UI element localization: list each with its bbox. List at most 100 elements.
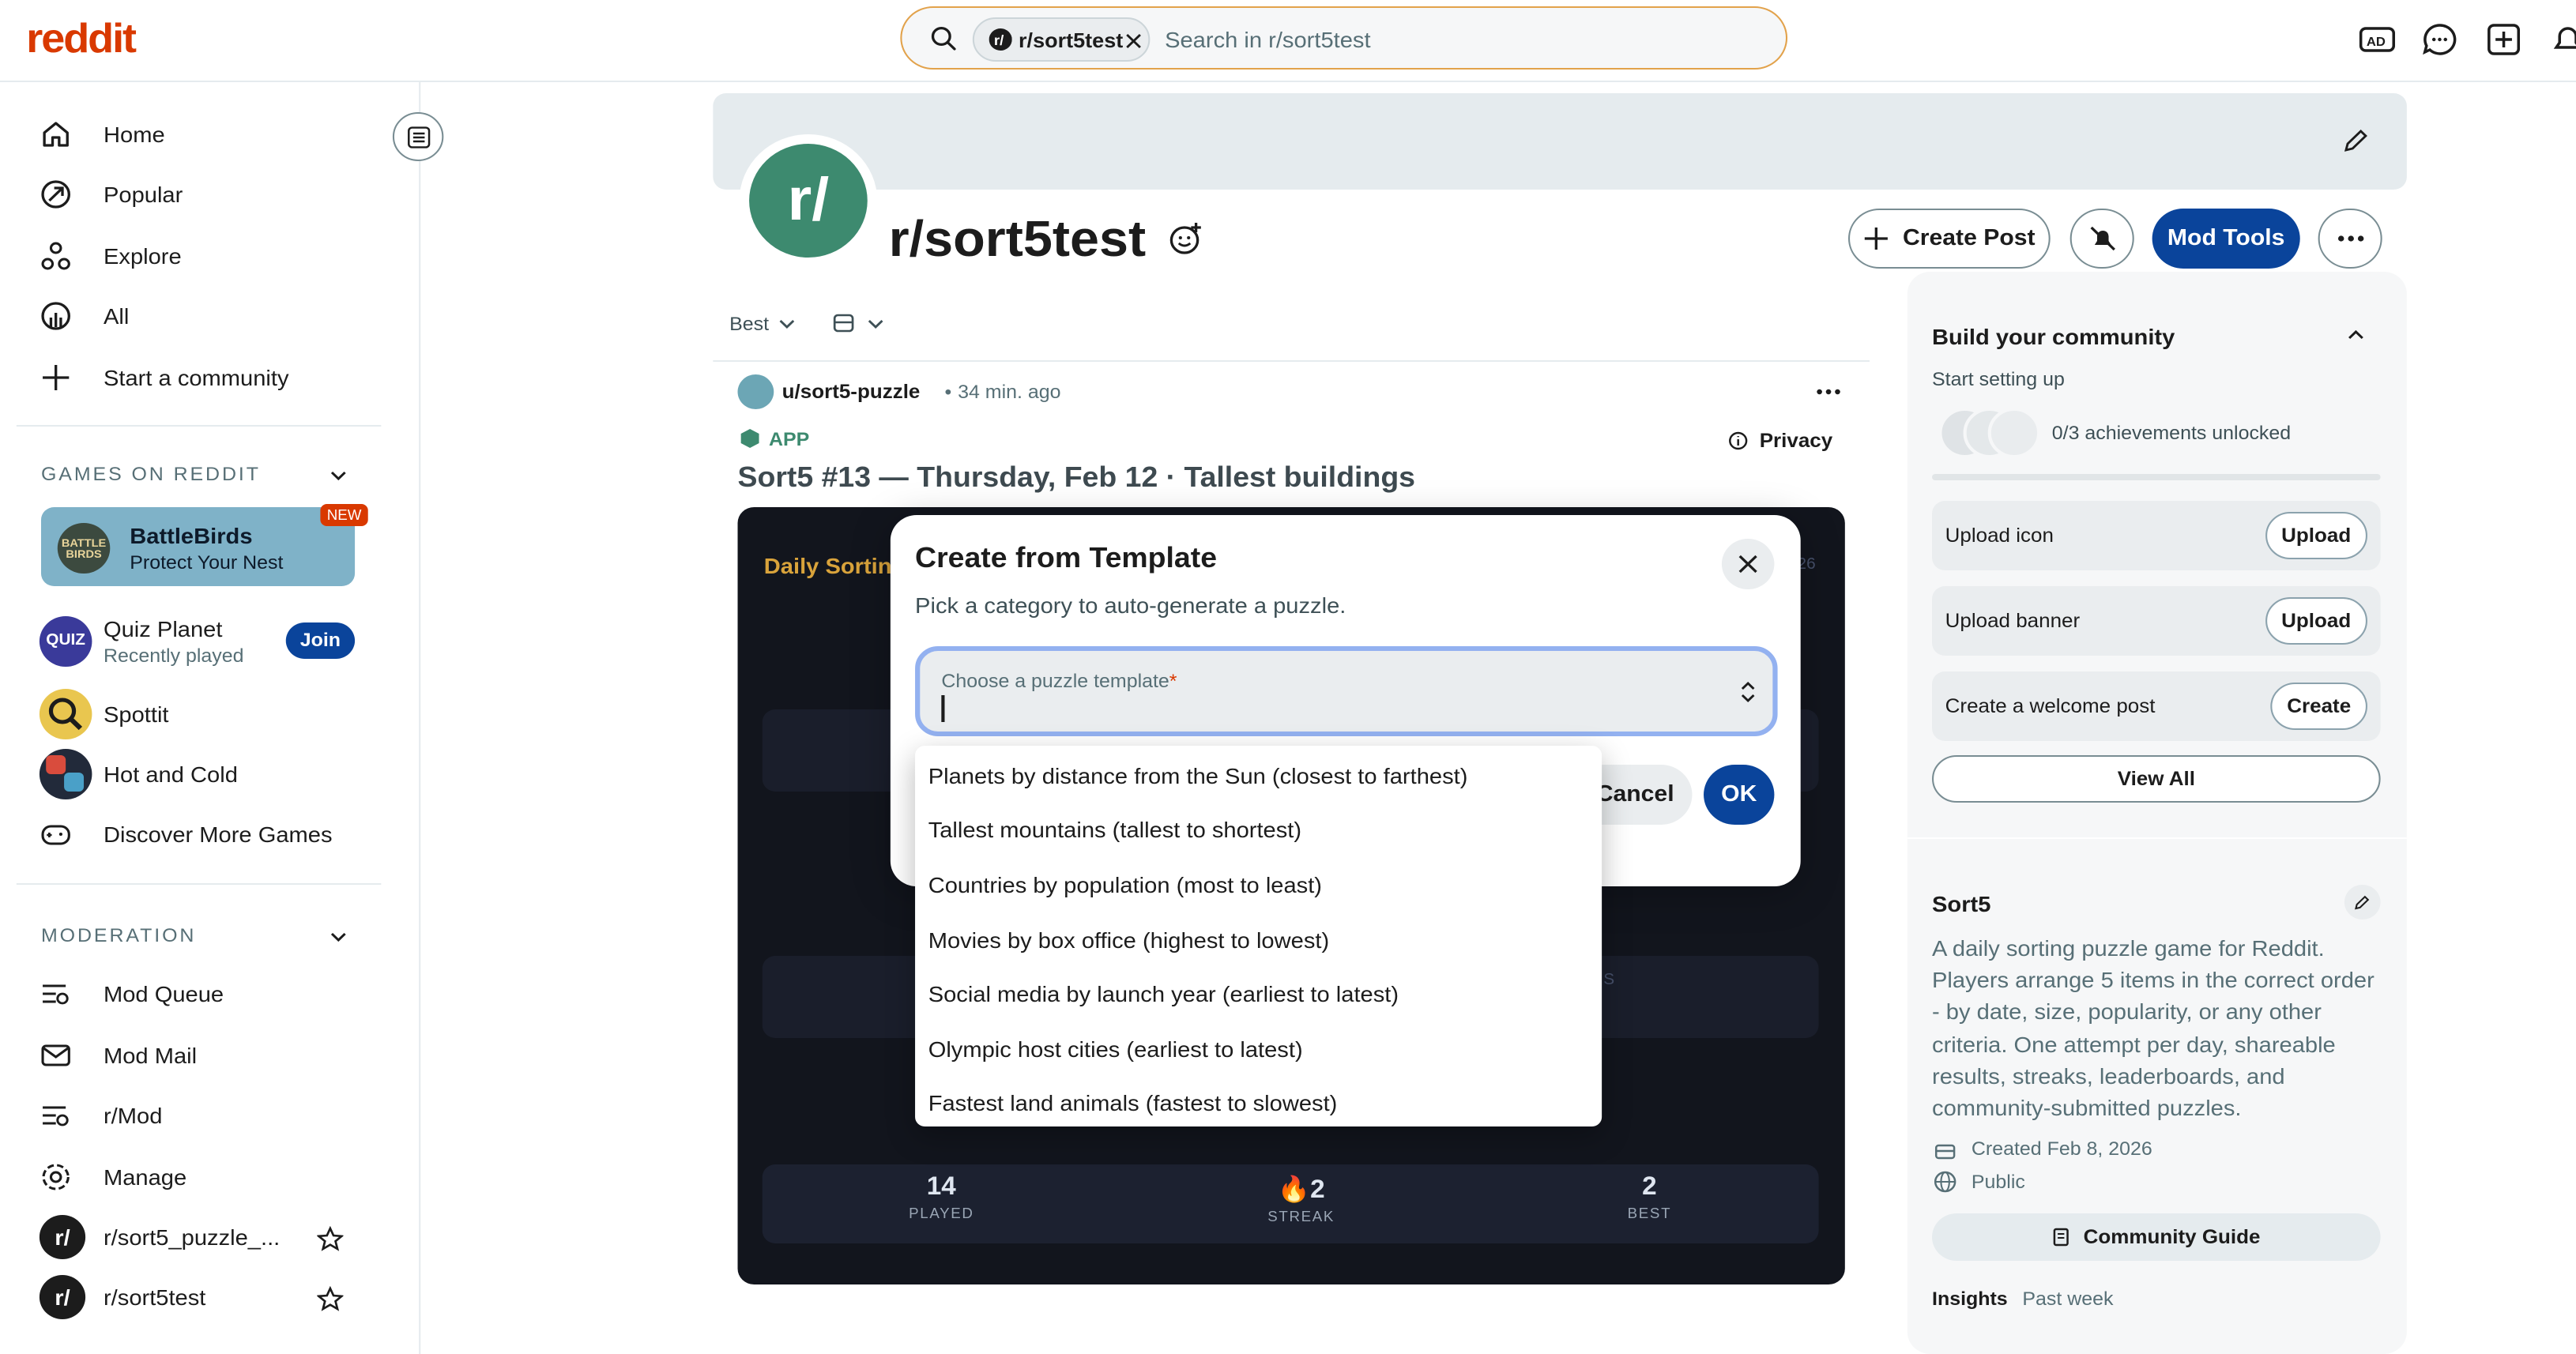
nav-mod-queue[interactable]: Mod Queue: [40, 965, 224, 1022]
template-option[interactable]: Planets by distance from the Sun (closes…: [928, 763, 1468, 788]
nav-label: Manage: [103, 1164, 187, 1190]
chevron-down-icon[interactable]: [329, 466, 348, 485]
reddit-logo[interactable]: reddit: [26, 14, 137, 63]
build-community-title[interactable]: Build your community: [1932, 324, 2175, 349]
view-dropdown[interactable]: [833, 313, 883, 333]
close-dialog-button[interactable]: [1721, 539, 1775, 589]
template-option[interactable]: Social media by launch year (earliest to…: [928, 981, 1399, 1006]
template-select[interactable]: Choose a puzzle template*: [915, 646, 1778, 736]
nav-r-mod[interactable]: r/Mod: [40, 1087, 163, 1144]
nav-home[interactable]: Home: [40, 106, 165, 163]
post-more-icon[interactable]: [1815, 387, 1841, 397]
discover-more-games[interactable]: Discover More Games: [40, 806, 333, 863]
nav-start-community[interactable]: Start a community: [40, 349, 289, 406]
upload-icon-button[interactable]: Upload: [2265, 512, 2367, 559]
user-avatar[interactable]: [737, 374, 774, 409]
menu-icon: [408, 126, 431, 149]
star-icon[interactable]: [317, 1286, 344, 1311]
stat-value: 2: [1642, 1174, 1657, 1201]
star-icon[interactable]: [317, 1226, 344, 1251]
insights-period[interactable]: Past week: [2022, 1288, 2113, 1310]
create-welcome-post-button[interactable]: Create: [2270, 683, 2367, 730]
nav-label: Explore: [103, 243, 182, 269]
add-emoji-icon[interactable]: [1168, 221, 1204, 256]
notifications-icon[interactable]: [2547, 19, 2576, 60]
games-section-title[interactable]: GAMES ON REDDIT: [41, 463, 261, 485]
more-icon: [2337, 235, 2363, 242]
post-author[interactable]: u/sort5-puzzle: [782, 381, 921, 403]
edit-banner-icon[interactable]: [2343, 128, 2369, 153]
mod-tools-button[interactable]: Mod Tools: [2152, 209, 2300, 269]
stats-bar: 14 PLAYED 🔥2 STREAK 2 BEST: [762, 1164, 1819, 1243]
search-placeholder[interactable]: Search in r/sort5test: [1165, 27, 1370, 52]
mod-queue-icon: [43, 984, 69, 1005]
create-post-button[interactable]: Create Post: [1847, 209, 2051, 269]
chip-close-icon[interactable]: [1125, 33, 1142, 49]
edit-about-button[interactable]: [2344, 885, 2381, 920]
chevron-up-icon[interactable]: [2346, 325, 2366, 344]
chevron-down-icon[interactable]: [329, 927, 348, 946]
nav-community-sort5test[interactable]: r/ r/sort5test: [39, 1269, 205, 1326]
community-search-chip[interactable]: r/ r/sort5test: [972, 17, 1151, 62]
template-option[interactable]: Movies by box office (highest to lowest): [928, 927, 1329, 953]
cancel-button[interactable]: Cancel: [1593, 765, 1693, 825]
search-bar[interactable]: r/ r/sort5test Search in r/sort5test: [900, 6, 1788, 70]
privacy-link[interactable]: Privacy: [1760, 430, 1832, 452]
upload-banner-button[interactable]: Upload: [2265, 597, 2367, 645]
plus-icon: [1865, 228, 1889, 250]
nav-manage[interactable]: Manage: [40, 1149, 186, 1205]
more-options-button[interactable]: [2318, 209, 2382, 269]
nav-label: r/sort5_puzzle_...: [103, 1224, 281, 1250]
chevron-down-icon: [779, 320, 795, 329]
community-guide-button[interactable]: Community Guide: [1932, 1213, 2381, 1261]
search-icon: [931, 27, 956, 51]
advertise-icon[interactable]: AD: [2356, 19, 2398, 60]
moderation-section-title[interactable]: MODERATION: [41, 924, 196, 946]
sort-dropdown[interactable]: Best: [729, 313, 795, 335]
collapse-sidebar-button[interactable]: [392, 112, 444, 161]
nav-explore[interactable]: Explore: [40, 228, 182, 284]
stat-label: PLAYED: [909, 1205, 974, 1221]
stat-label: BEST: [1627, 1205, 1672, 1221]
chat-icon[interactable]: [2418, 19, 2461, 60]
game-name[interactable]: Quiz Planet: [104, 616, 222, 641]
game-name[interactable]: Hot and Cold: [104, 762, 238, 787]
home-icon: [43, 122, 69, 147]
svg-text:AD: AD: [2367, 35, 2386, 49]
nav-community-sort5-puzzle[interactable]: r/ r/sort5_puzzle_...: [39, 1209, 281, 1266]
notifications-toggle-button[interactable]: [2069, 209, 2134, 269]
template-option[interactable]: Olympic host cities (earliest to latest): [928, 1036, 1303, 1062]
app-icon: [740, 429, 759, 448]
view-all-button[interactable]: View All: [1932, 755, 2381, 803]
nav-all[interactable]: All: [40, 288, 129, 344]
achievement-progress: [1932, 474, 2381, 480]
community-banner: [713, 93, 2407, 190]
create-icon[interactable]: [2483, 19, 2525, 60]
mod-mail-icon: [41, 1044, 70, 1066]
edit-icon: [2355, 895, 2370, 910]
nav-popular[interactable]: Popular: [40, 166, 183, 223]
insights-title: Insights: [1932, 1288, 2008, 1310]
community-guide-label: Community Guide: [2083, 1226, 2261, 1248]
reddit-page: reddit r/ r/sort5test Search in r/sort5t…: [0, 0, 2576, 1354]
card-heading: Daily Sortin: [763, 553, 892, 578]
game-name[interactable]: Spottit: [104, 701, 169, 727]
template-option[interactable]: Countries by population (most to least): [928, 872, 1322, 897]
ok-button[interactable]: OK: [1704, 765, 1775, 825]
featured-game-battlebirds[interactable]: BATTLE BIRDS BattleBirds Protect Your Ne…: [40, 504, 368, 586]
about-title: Sort5: [1932, 891, 1991, 916]
template-option[interactable]: Fastest land animals (fastest to slowest…: [928, 1090, 1338, 1115]
text-caret: [941, 695, 944, 722]
post-time: 34 min. ago: [958, 381, 1061, 403]
template-option[interactable]: Tallest mountains (tallest to shortest): [928, 817, 1301, 842]
post-title[interactable]: Sort5 #13 — Thursday, Feb 12 · Tallest b…: [738, 461, 1415, 495]
stat-value: 2: [1310, 1177, 1325, 1204]
nav-label: r/Mod: [103, 1103, 163, 1128]
r-mod-icon: [43, 1106, 69, 1126]
join-button[interactable]: Join: [285, 622, 356, 659]
card-view-icon: [833, 314, 854, 333]
nav-mod-mail[interactable]: Mod Mail: [40, 1027, 197, 1084]
community-avatar: r/: [739, 134, 878, 267]
required-mark: *: [1169, 670, 1177, 692]
gamepad-icon: [41, 825, 70, 845]
